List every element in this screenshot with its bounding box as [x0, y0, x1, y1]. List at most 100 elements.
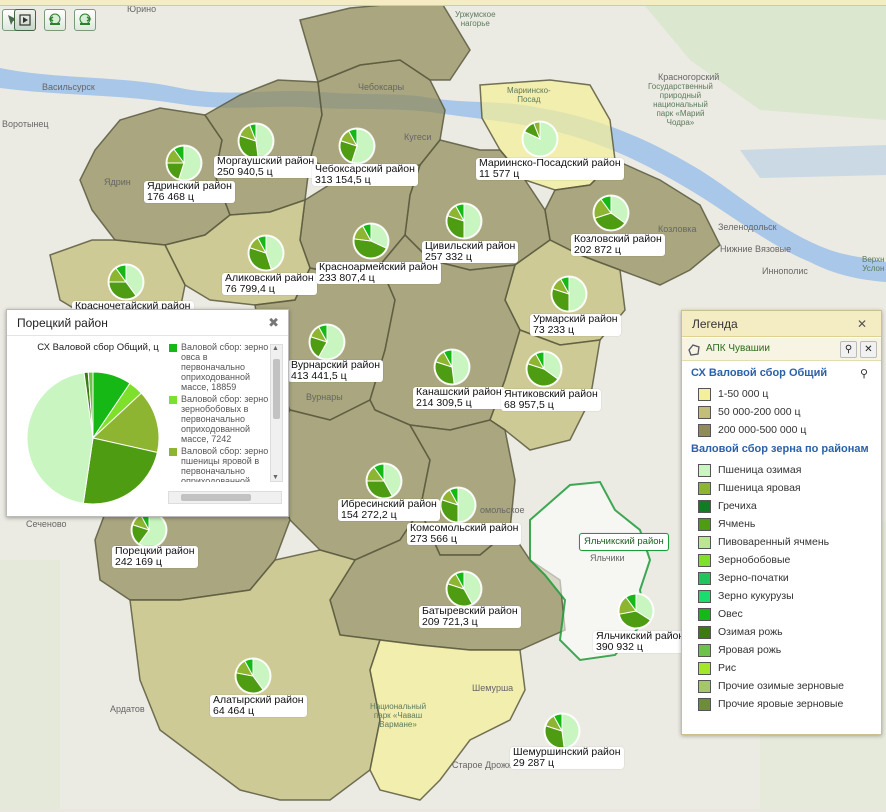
- info-popup-title: Порецкий район: [7, 310, 288, 336]
- map-zoom-forward-icon[interactable]: [74, 9, 96, 31]
- map-zoom-back-icon[interactable]: [44, 9, 66, 31]
- basemap-place-label: Воротынец: [2, 119, 49, 129]
- legend-item: Рис: [698, 661, 736, 675]
- district-label[interactable]: Батыревский район 209 721,3 ц: [419, 606, 521, 628]
- legend-panel[interactable]: Легенда ✕ АПК Чувашии ⚲ ✕ СХ Валовой сбо…: [681, 310, 882, 735]
- district-pie[interactable]: [247, 234, 285, 272]
- district-pie[interactable]: [234, 657, 272, 695]
- district-value: 202 872 ц: [574, 244, 621, 256]
- district-label[interactable]: Мариинско-Посадский район 11 577 ц: [476, 158, 624, 180]
- legend-item: Зерно кукурузы: [698, 589, 794, 603]
- basemap-place-label: Нижние Вязовые: [720, 244, 792, 254]
- district-value: 250 940,5 ц: [217, 166, 273, 178]
- legend-label: Зерно кукурузы: [718, 590, 794, 602]
- district-value: 214 309,5 ц: [416, 397, 472, 409]
- layer-locate-icon[interactable]: ⚲: [840, 341, 857, 358]
- info-legend-item: Валовой сбор: зерно пшеницы яровой в пер…: [169, 446, 269, 482]
- legend-label: Пивоваренный ячмень: [718, 536, 830, 548]
- district-pie[interactable]: [365, 462, 403, 500]
- legend-close-icon[interactable]: ✕: [857, 317, 867, 331]
- legend-item: Зернобобовые: [698, 553, 790, 567]
- district-label[interactable]: Комсомольский район 273 566 ц: [407, 523, 522, 545]
- legend-item: Прочие яровые зерновые: [698, 697, 843, 711]
- legend-swatch: [698, 571, 711, 585]
- district-pie[interactable]: [550, 275, 588, 313]
- legend-label: Прочие озимые зерновые: [718, 680, 844, 692]
- legend-label: Яровая рожь: [718, 644, 782, 656]
- legend-item: Пивоваренный ячмень: [698, 535, 829, 549]
- district-pie[interactable]: [352, 222, 390, 260]
- district-label[interactable]: Цивильский район 257 332 ц: [422, 241, 519, 263]
- district-label[interactable]: Яльчикский район 390 932 ц: [593, 631, 688, 653]
- district-label[interactable]: Урмарский район 73 233 ц: [530, 314, 621, 336]
- district-value: 76 799,4 ц: [225, 283, 275, 295]
- basemap-place-label: Старое Дрожж: [452, 760, 514, 770]
- district-pie[interactable]: [525, 350, 563, 388]
- district-label[interactable]: Моргаушский район 250 940,5 ц: [214, 156, 318, 178]
- district-pie[interactable]: [237, 122, 275, 160]
- district-pie[interactable]: [439, 486, 477, 524]
- legend-swatch: [698, 463, 711, 477]
- legend-label: Зерно-початки: [718, 572, 789, 584]
- district-label[interactable]: Чебоксарский район 313 154,5 ц: [312, 164, 418, 186]
- basemap-place-label: Мариинско- Посад: [507, 86, 551, 104]
- info-legend-text: Валовой сбор: зерно овса в первоначально…: [181, 342, 269, 392]
- info-legend-item: Валовой сбор: зерно овса в первоначально…: [169, 342, 269, 392]
- layer-remove-icon[interactable]: ✕: [860, 341, 877, 358]
- info-popup[interactable]: Порецкий район ✖ СХ Валовой сбор Общий, …: [6, 309, 289, 517]
- district-pie[interactable]: [543, 712, 581, 750]
- basemap-place-label: Яльчики: [590, 553, 625, 563]
- district-value: 68 957,5 ц: [504, 399, 554, 411]
- district-pie[interactable]: [433, 348, 471, 386]
- basemap-place-label: Козловка: [658, 224, 697, 234]
- close-icon[interactable]: ✖: [268, 315, 279, 331]
- layer-row[interactable]: АПК Чувашии ⚲ ✕: [682, 338, 881, 361]
- highlight-label[interactable]: Яльчикский район: [579, 533, 669, 551]
- district-pie[interactable]: [617, 592, 655, 630]
- legend-label: Ячмень: [718, 518, 756, 530]
- top-toolbar-strip: [0, 0, 886, 6]
- info-legend-swatch: [169, 448, 177, 456]
- district-pie[interactable]: [521, 120, 559, 158]
- district-pie[interactable]: [165, 144, 203, 182]
- district-pie[interactable]: [592, 194, 630, 232]
- district-label[interactable]: Ядринский район 176 468 ц: [144, 181, 235, 203]
- basemap-place-label: Шемурша: [472, 683, 514, 693]
- district-label[interactable]: Шемуршинский район 29 287 ц: [510, 747, 624, 769]
- district-label[interactable]: Алатырский район 64 464 ц: [210, 695, 307, 717]
- basemap-place-label: Кугеси: [404, 132, 432, 142]
- info-legend-hscrollbar[interactable]: [168, 491, 282, 504]
- district-label[interactable]: Красноармейский район 233 807,4 ц: [316, 262, 441, 284]
- legend-item: Прочие озимые зерновые: [698, 679, 844, 693]
- district-pie[interactable]: [107, 263, 145, 301]
- legend-swatch: [698, 607, 711, 621]
- map-pan-tool-icon[interactable]: [14, 9, 36, 31]
- district-value: 313 154,5 ц: [315, 174, 371, 186]
- basemap-place-label: Васильсурск: [42, 82, 95, 92]
- legend-info-icon[interactable]: ⚲: [860, 367, 868, 380]
- legend-item: Зерно-початки: [698, 571, 789, 585]
- district-value: 64 464 ц: [213, 705, 255, 717]
- district-pie[interactable]: [445, 570, 483, 608]
- district-label[interactable]: Ибресинский район 154 272,2 ц: [338, 499, 440, 521]
- district-label[interactable]: Вурнарский район 413 441,5 ц: [288, 360, 384, 382]
- info-legend-scrollbar[interactable]: ▲ ▼: [270, 344, 283, 482]
- legend-item: 200 000-500 000 ц: [698, 423, 806, 437]
- district-value: 154 272,2 ц: [341, 509, 397, 521]
- info-pie-chart: [26, 371, 160, 505]
- district-pie[interactable]: [445, 202, 483, 240]
- district-label[interactable]: Канашский район 214 309,5 ц: [413, 387, 505, 409]
- district-label[interactable]: Аликовский район 76 799,4 ц: [222, 273, 317, 295]
- legend-label: Пшеница яровая: [718, 482, 801, 494]
- basemap-place-label: Уржумское нагорье: [455, 10, 496, 28]
- district-pie[interactable]: [338, 127, 376, 165]
- district-label[interactable]: Козловский район 202 872 ц: [571, 234, 665, 256]
- layer-name: АПК Чувашии: [706, 343, 770, 354]
- district-label[interactable]: Янтиковский район 68 957,5 ц: [501, 389, 601, 411]
- district-pie[interactable]: [308, 323, 346, 361]
- legend-swatch: [698, 405, 711, 419]
- district-pie[interactable]: [130, 511, 168, 549]
- district-label[interactable]: Порецкий район 242 169 ц: [112, 546, 198, 568]
- legend-swatch: [698, 387, 711, 401]
- layer-polygon-icon: [688, 344, 700, 356]
